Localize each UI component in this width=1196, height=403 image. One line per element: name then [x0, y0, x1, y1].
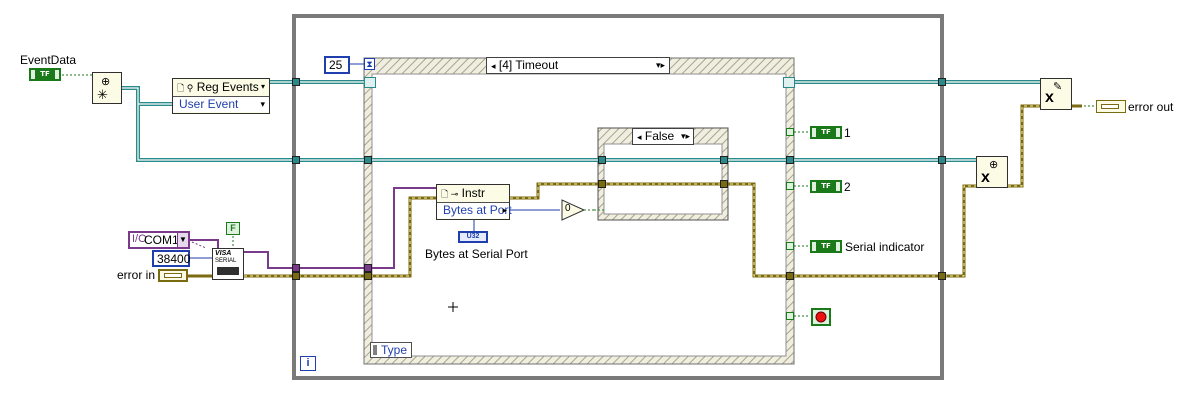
tunnel-user-event-left — [292, 156, 300, 164]
zero-label: 0 — [565, 203, 571, 214]
selector-left-arrow-icon[interactable]: ◂ — [491, 61, 496, 71]
create-user-event-node[interactable]: ⊕ ✳ — [92, 72, 122, 104]
unregister-events-node[interactable]: ✎ x — [1040, 78, 1072, 110]
loop-iteration-terminal: i — [300, 356, 316, 371]
hourglass-icon: ⧗ — [364, 58, 375, 70]
event-tunnel-visa-in — [364, 264, 372, 272]
case-tunnel-error-in — [598, 180, 606, 188]
event-tunnel-error-in — [364, 272, 372, 280]
destroy-user-event-node[interactable]: ⊕ x — [976, 156, 1008, 188]
reg-events-title: Reg Events — [196, 80, 259, 94]
serial-port-icon — [217, 267, 239, 275]
case-selector[interactable]: ◂ False ▾▸ — [632, 128, 694, 145]
dynamic-event-terminal-right — [783, 77, 795, 88]
visa-property-node[interactable]: 🗋 ⊸ Instr Bytes at Port ▸ — [436, 184, 512, 220]
event-tunnel-bool-1 — [786, 128, 794, 136]
event-tunnel-user-event-in — [364, 156, 372, 164]
indicator-2-terminal[interactable]: TF — [810, 180, 842, 193]
dynamic-event-terminal — [364, 77, 376, 88]
event-data-label: EventData — [20, 53, 77, 67]
visa-dropdown-icon[interactable]: ▼ — [177, 233, 188, 247]
tunnel-user-event-right — [938, 156, 946, 164]
event-data-node[interactable]: Type — [370, 342, 412, 358]
case-tunnel-user-event-in — [598, 156, 606, 164]
error-out-label: error out — [1128, 100, 1174, 114]
error-in-terminal[interactable] — [158, 269, 188, 282]
tunnel-event-reg-left — [292, 78, 300, 86]
indicator-2-label: 2 — [844, 180, 851, 194]
case-dropdown-icon[interactable]: ▾▸ — [681, 129, 690, 143]
tunnel-error-left — [292, 272, 300, 280]
serial-indicator-terminal[interactable]: TF — [810, 240, 842, 253]
serial-indicator-label: Serial indicator — [845, 240, 925, 254]
error-out-terminal[interactable] — [1096, 100, 1126, 113]
event-case-label: [4] Timeout — [498, 58, 559, 72]
visa-resource-constant[interactable]: I/O COM1 ▼ — [128, 231, 190, 249]
property-node-icon: 🗋 ⊸ — [441, 189, 459, 199]
tunnel-error-right — [938, 272, 946, 280]
reg-events-icon: 🗋 ⚲ — [177, 83, 194, 93]
reg-events-item-dropdown-icon[interactable]: ▾ — [260, 97, 265, 112]
error-in-label: error in — [117, 268, 156, 282]
visa-configure-serial-node[interactable]: VISA SERIAL — [212, 248, 244, 280]
indicator-1-label: 1 — [844, 126, 851, 140]
property-node-item: Bytes at Port ▸ — [437, 203, 512, 218]
reg-events-expand-icon: ▾ — [260, 82, 265, 91]
property-arrow-icon: ▸ — [502, 205, 507, 215]
event-case-selector[interactable]: ◂ [4] Timeout ▾▸ — [486, 57, 670, 74]
case-left-arrow-icon[interactable]: ◂ — [637, 132, 642, 142]
reg-events-node[interactable]: 🗋 ⚲ Reg Events ▾ User Event ▾ — [172, 78, 270, 114]
event-tunnel-bool-serial — [786, 242, 794, 250]
event-data-terminal[interactable]: TF — [29, 68, 61, 81]
tunnel-visa-left — [292, 264, 300, 272]
event-tunnel-stop — [786, 312, 794, 320]
reg-events-item: User Event ▾ — [173, 97, 269, 112]
baud-rate-constant[interactable]: 38400 — [152, 250, 190, 267]
star-icon: ✳ — [97, 87, 108, 102]
timeout-constant[interactable]: 25 — [324, 56, 350, 74]
case-structure-interior — [603, 143, 723, 215]
property-node-title: Instr — [461, 186, 485, 200]
event-icon: ⊕ — [989, 159, 999, 171]
case-tunnel-error-out — [720, 180, 728, 188]
event-tunnel-bool-2 — [786, 182, 794, 190]
false-constant[interactable]: F — [226, 222, 240, 235]
bytes-at-serial-port-terminal[interactable]: U32 — [458, 231, 488, 243]
bytes-at-serial-port-label: Bytes at Serial Port — [425, 247, 528, 261]
visa-resource-value: COM1 — [144, 233, 179, 247]
event-data-field: Type — [381, 343, 408, 357]
indicator-1-terminal[interactable]: TF — [810, 126, 842, 139]
case-tunnel-user-event-out — [720, 156, 728, 164]
tunnel-event-reg-right — [938, 78, 946, 86]
selector-dropdown-icon[interactable]: ▾▸ — [656, 58, 665, 72]
serial-label: SERIAL — [215, 258, 237, 264]
destroy-x-icon: x — [981, 169, 990, 186]
visa-label: VISA — [215, 250, 232, 257]
event-tunnel-user-event-out — [786, 156, 794, 164]
case-selector-label: False — [644, 129, 675, 143]
event-tunnel-error-out — [786, 272, 794, 280]
unregister-icon: ✎ — [1053, 81, 1063, 93]
unregister-x-icon: x — [1045, 89, 1054, 106]
